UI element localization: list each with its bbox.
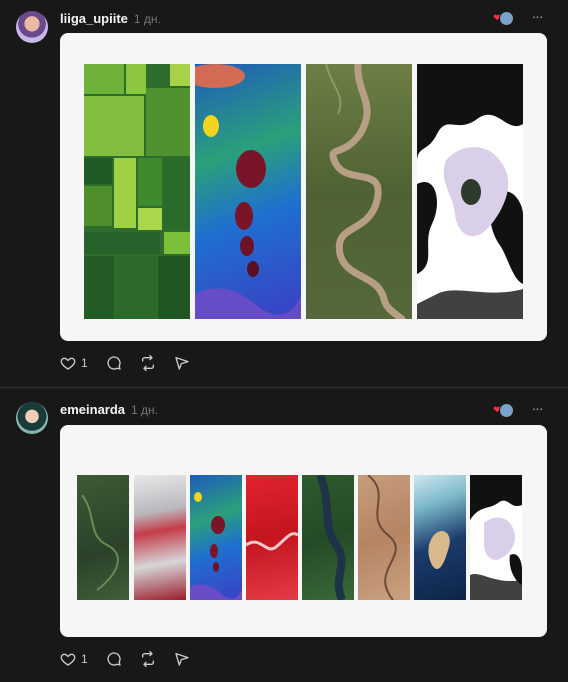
timestamp[interactable]: 1 дн. <box>131 403 158 417</box>
like-button[interactable]: 1 <box>60 355 88 371</box>
more-icon[interactable]: ··· <box>530 9 544 23</box>
timestamp[interactable]: 1 дн. <box>134 12 161 26</box>
heart-icon <box>60 357 76 370</box>
image-panel <box>134 475 186 600</box>
username[interactable]: liiga_upiite <box>60 11 128 26</box>
liked-by-indicator[interactable]: ❤ <box>493 11 515 26</box>
like-count: 1 <box>81 356 88 370</box>
repost-button[interactable] <box>140 651 156 667</box>
image-panel <box>306 64 412 319</box>
reply-button[interactable] <box>106 355 122 371</box>
post-actions: 1 <box>60 651 208 667</box>
image-panel <box>84 64 190 319</box>
image-panel <box>417 64 523 319</box>
reply-button[interactable] <box>106 651 122 667</box>
share-button[interactable] <box>174 355 190 371</box>
image-panel <box>470 475 522 600</box>
image-panel <box>190 475 242 600</box>
like-button[interactable]: 1 <box>60 651 88 667</box>
image-panel <box>77 475 129 600</box>
post-meta: liiga_upiite 1 дн. <box>60 11 161 26</box>
send-icon <box>175 653 189 666</box>
send-icon <box>175 357 189 370</box>
avatar[interactable] <box>16 402 48 434</box>
post-image[interactable] <box>60 33 547 341</box>
post-image[interactable] <box>60 425 547 637</box>
share-button[interactable] <box>174 651 190 667</box>
image-panel <box>195 64 301 319</box>
post: liiga_upiite 1 дн. ❤ ··· 1 <box>0 0 568 388</box>
more-icon[interactable]: ··· <box>530 401 544 415</box>
image-panel <box>414 475 466 600</box>
image-panel <box>246 475 298 600</box>
heart-icon <box>60 653 76 666</box>
image-panel <box>302 475 354 600</box>
mini-avatar <box>499 403 514 418</box>
post-meta: emeinarda 1 дн. <box>60 402 158 417</box>
mini-avatar <box>499 11 514 26</box>
liked-by-indicator[interactable]: ❤ <box>493 403 515 418</box>
repost-icon <box>141 651 154 667</box>
repost-icon <box>141 355 154 371</box>
repost-button[interactable] <box>140 355 156 371</box>
comment-icon <box>107 652 121 666</box>
username[interactable]: emeinarda <box>60 402 125 417</box>
image-panel <box>358 475 410 600</box>
post: emeinarda 1 дн. ❤ ··· 1 <box>0 389 568 682</box>
like-count: 1 <box>81 652 88 666</box>
comment-icon <box>107 356 121 370</box>
avatar[interactable] <box>16 11 48 43</box>
post-actions: 1 <box>60 355 208 371</box>
post-divider <box>0 387 568 388</box>
